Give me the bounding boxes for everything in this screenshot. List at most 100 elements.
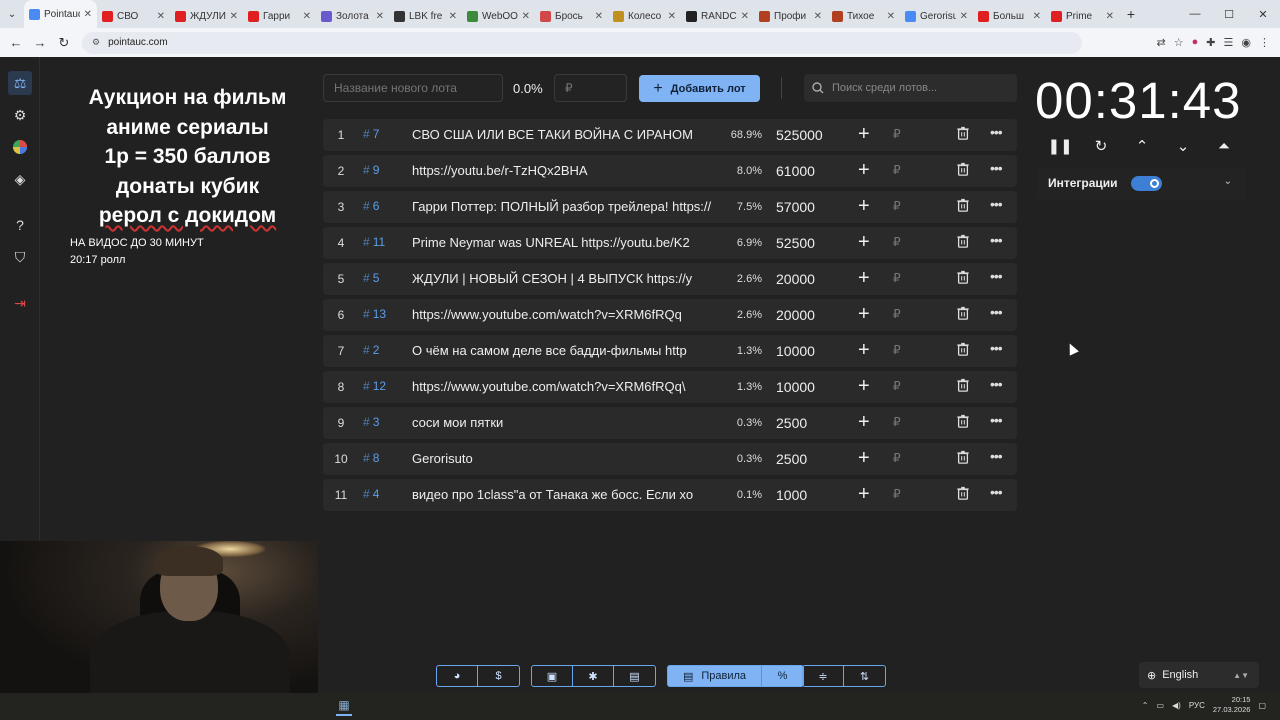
lot-name-field[interactable]: ЖДУЛИ | НОВЫЙ СЕЗОН | 4 ВЫПУСК https://y xyxy=(412,271,715,286)
rub-amount-input[interactable]: ₽ xyxy=(893,235,901,249)
delete-lot-icon[interactable] xyxy=(956,414,972,430)
add-amount-button[interactable]: + xyxy=(858,231,870,254)
lot-name-field[interactable]: https://www.youtube.com/watch?v=XRM6fRQq… xyxy=(412,379,715,394)
browser-tab[interactable]: WebOO ✕ xyxy=(462,4,535,28)
add-amount-button[interactable]: + xyxy=(858,483,870,506)
tab-close-icon[interactable]: ✕ xyxy=(1033,11,1041,22)
lot-name-field[interactable]: Gerorisuto xyxy=(412,451,715,466)
add-amount-button[interactable]: + xyxy=(858,447,870,470)
add-amount-button[interactable]: + xyxy=(858,123,870,146)
browser-tab[interactable]: ЖДУЛИ ✕ xyxy=(170,4,243,28)
tab-close-icon[interactable]: ✕ xyxy=(887,11,895,22)
help-icon[interactable]: ? xyxy=(10,215,30,235)
rub-amount-input[interactable]: ₽ xyxy=(893,163,901,177)
more-options-icon[interactable]: ••• xyxy=(990,160,1003,176)
save-icon[interactable]: ▣ xyxy=(532,666,573,686)
lot-search-input[interactable]: Поиск среди лотов... xyxy=(804,74,1017,102)
tab-close-icon[interactable]: ✕ xyxy=(960,11,968,22)
close-window-icon[interactable]: ✕ xyxy=(1246,8,1280,21)
site-info-icon[interactable]: ⚙ xyxy=(92,37,100,48)
more-options-icon[interactable]: ••• xyxy=(990,448,1003,464)
tab-close-icon[interactable]: ✕ xyxy=(84,9,92,20)
decrease-time-icon[interactable]: ⌄ xyxy=(1172,135,1194,157)
delete-lot-icon[interactable] xyxy=(956,450,972,466)
browser-tab[interactable]: Gerorisuto ✕ xyxy=(900,4,973,28)
max-time-icon[interactable]: ⏶ xyxy=(1213,135,1235,157)
delete-lot-icon[interactable] xyxy=(956,198,972,214)
chevron-down-icon[interactable]: ⌄ xyxy=(1224,176,1232,187)
browser-tab[interactable]: LBK fre ✕ xyxy=(389,4,462,28)
donate-icon[interactable]: $ xyxy=(478,666,519,686)
clear-icon[interactable]: ▤ xyxy=(614,666,655,686)
more-options-icon[interactable]: ••• xyxy=(990,376,1003,392)
add-amount-button[interactable]: + xyxy=(858,375,870,398)
delete-lot-icon[interactable] xyxy=(956,378,972,394)
browser-tab[interactable]: СВО ✕ xyxy=(97,4,170,28)
volume-icon[interactable]: ◀) xyxy=(1172,701,1181,710)
minimize-icon[interactable]: — xyxy=(1178,8,1212,21)
new-tab-button[interactable]: + xyxy=(1119,6,1143,22)
profile-icon[interactable]: ◉ xyxy=(1241,36,1251,49)
integrations-toggle[interactable] xyxy=(1131,176,1162,191)
lot-name-field[interactable]: соси мои пятки xyxy=(412,415,715,430)
rub-amount-input[interactable]: ₽ xyxy=(893,127,901,141)
bug-icon[interactable]: ✱ xyxy=(573,666,614,686)
delete-lot-icon[interactable] xyxy=(956,234,972,250)
browser-tab[interactable]: Тихое ✕ xyxy=(827,4,900,28)
reading-list-icon[interactable]: ☰ xyxy=(1224,36,1234,49)
more-options-icon[interactable]: ••• xyxy=(990,304,1003,320)
lot-name-field[interactable]: СВО США ИЛИ ВСЕ ТАКИ ВОЙНА С ИРАНОМ xyxy=(412,127,715,142)
add-lot-button[interactable]: + Добавить лот xyxy=(639,75,760,102)
browser-menu-icon[interactable]: ⋮ xyxy=(1259,36,1270,49)
back-icon[interactable]: ← xyxy=(4,35,28,50)
add-amount-button[interactable]: + xyxy=(858,303,870,326)
tab-close-icon[interactable]: ✕ xyxy=(1106,11,1114,22)
tab-search-icon[interactable]: ⌄ xyxy=(0,0,24,28)
tab-close-icon[interactable]: ✕ xyxy=(157,11,165,22)
clock[interactable]: 20:15 27.03.2026 xyxy=(1213,695,1251,715)
extension-icon[interactable]: ● xyxy=(1192,36,1199,49)
calculator-app-icon[interactable]: ▦ xyxy=(336,696,352,716)
browser-tab[interactable]: Профи ✕ xyxy=(754,4,827,28)
rules-button[interactable]: ▤ Правила xyxy=(668,666,762,686)
reload-icon[interactable]: ↻ xyxy=(52,35,76,51)
new-lot-name-input[interactable] xyxy=(323,74,503,102)
tab-close-icon[interactable]: ✕ xyxy=(376,11,384,22)
bookmark-star-icon[interactable]: ☆ xyxy=(1174,36,1184,49)
more-options-icon[interactable]: ••• xyxy=(990,232,1003,248)
layers-icon[interactable]: ◈ xyxy=(10,169,30,189)
browser-tab[interactable]: Брось ✕ xyxy=(535,4,608,28)
lot-name-field[interactable]: О чём на самом деле все бадди-фильмы htt… xyxy=(412,343,715,358)
logout-icon[interactable]: ⇥ xyxy=(10,293,30,313)
lot-name-field[interactable]: видео про 1class"а от Танака же босс. Ес… xyxy=(412,487,715,502)
sort-icon[interactable]: ⇅ xyxy=(844,666,885,686)
percent-toggle-icon[interactable]: % xyxy=(762,666,803,686)
tab-close-icon[interactable]: ✕ xyxy=(814,11,822,22)
delete-lot-icon[interactable] xyxy=(956,342,972,358)
add-amount-button[interactable]: + xyxy=(858,267,870,290)
add-amount-button[interactable]: + xyxy=(858,339,870,362)
increase-time-icon[interactable]: ⌃ xyxy=(1131,135,1153,157)
url-input[interactable]: ⚙ pointauc.com xyxy=(82,31,1082,54)
language-select[interactable]: ⊕ English ▲▼ xyxy=(1139,662,1259,688)
add-amount-button[interactable]: + xyxy=(858,411,870,434)
lot-name-field[interactable]: https://www.youtube.com/watch?v=XRM6fRQq xyxy=(412,307,715,322)
rub-amount-input[interactable]: ₽ xyxy=(893,343,901,357)
more-options-icon[interactable]: ••• xyxy=(990,484,1003,500)
puzzle-icon[interactable]: ✚ xyxy=(1206,36,1215,49)
more-options-icon[interactable]: ••• xyxy=(990,124,1003,140)
browser-tab[interactable]: Гарри ✕ xyxy=(243,4,316,28)
tab-close-icon[interactable]: ✕ xyxy=(668,11,676,22)
lot-name-field[interactable]: https://youtu.be/r-TzHQx2BHA xyxy=(412,163,715,178)
add-amount-button[interactable]: + xyxy=(858,195,870,218)
github-icon[interactable]: ◕ xyxy=(437,666,478,686)
input-language[interactable]: РУС xyxy=(1189,701,1205,710)
delete-lot-icon[interactable] xyxy=(956,270,972,286)
delete-lot-icon[interactable] xyxy=(956,486,972,502)
more-options-icon[interactable]: ••• xyxy=(990,268,1003,284)
browser-tab[interactable]: Колесо ✕ xyxy=(608,4,681,28)
rub-amount-input[interactable]: ₽ xyxy=(893,415,901,429)
forward-icon[interactable]: → xyxy=(28,35,52,50)
tray-chevron-icon[interactable]: ⌃ xyxy=(1142,701,1149,710)
integrations-panel[interactable]: Интеграции ⌄ xyxy=(1037,167,1246,199)
